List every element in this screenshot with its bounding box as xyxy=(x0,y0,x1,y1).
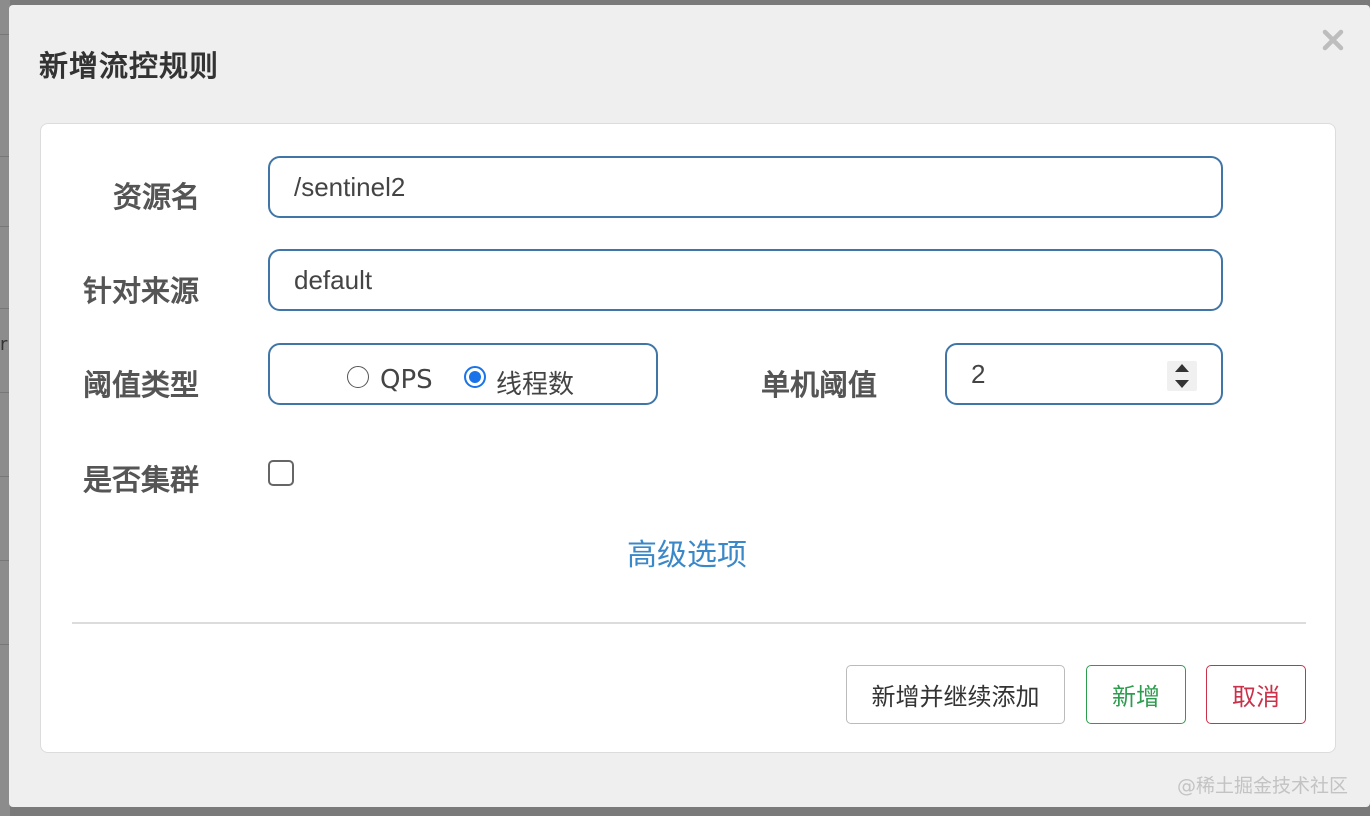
resource-name-value: /sentinel2 xyxy=(294,171,406,202)
cancel-button[interactable]: 取消 xyxy=(1206,665,1306,724)
cluster-label: 是否集群 xyxy=(83,463,200,497)
add-button[interactable]: 新增 xyxy=(1086,665,1186,724)
single-threshold-label: 单机阈值 xyxy=(761,368,878,402)
cluster-checkbox[interactable] xyxy=(268,460,294,486)
close-icon xyxy=(1322,29,1344,51)
spinner-down-icon[interactable] xyxy=(1175,380,1189,388)
qps-radio[interactable] xyxy=(347,366,369,388)
qps-radio-label[interactable]: QPS xyxy=(380,365,433,395)
limit-app-value: default xyxy=(294,264,373,295)
add-flow-rule-dialog: 新增流控规则 资源名 /sentinel2 针对来源 default 阈值类型 … xyxy=(9,5,1370,807)
single-threshold-value: 2 xyxy=(971,358,986,389)
threshold-type-label: 阈值类型 xyxy=(83,368,200,402)
threshold-type-group: QPS 线程数 xyxy=(268,343,658,405)
limit-app-label: 针对来源 xyxy=(83,274,200,308)
resource-name-label: 资源名 xyxy=(113,180,201,214)
background-partial-text: r xyxy=(0,334,8,355)
thread-count-radio[interactable] xyxy=(464,366,486,388)
add-and-continue-button[interactable]: 新增并继续添加 xyxy=(846,665,1065,724)
footer-divider xyxy=(72,622,1306,624)
advanced-options-link[interactable]: 高级选项 xyxy=(627,530,747,574)
single-threshold-input[interactable]: 2 xyxy=(945,343,1223,405)
resource-name-input[interactable]: /sentinel2 xyxy=(268,156,1223,218)
thread-count-radio-label[interactable]: 线程数 xyxy=(496,364,574,401)
watermark: @稀土掘金技术社区 xyxy=(1176,775,1348,797)
limit-app-input[interactable]: default xyxy=(268,249,1223,311)
spinner-up-icon[interactable] xyxy=(1175,364,1189,372)
number-spinner[interactable] xyxy=(1167,361,1197,391)
close-button[interactable] xyxy=(1318,25,1348,55)
dialog-title: 新增流控规则 xyxy=(39,49,220,83)
form-panel: 资源名 /sentinel2 针对来源 default 阈值类型 QPS 线程数… xyxy=(40,123,1336,753)
